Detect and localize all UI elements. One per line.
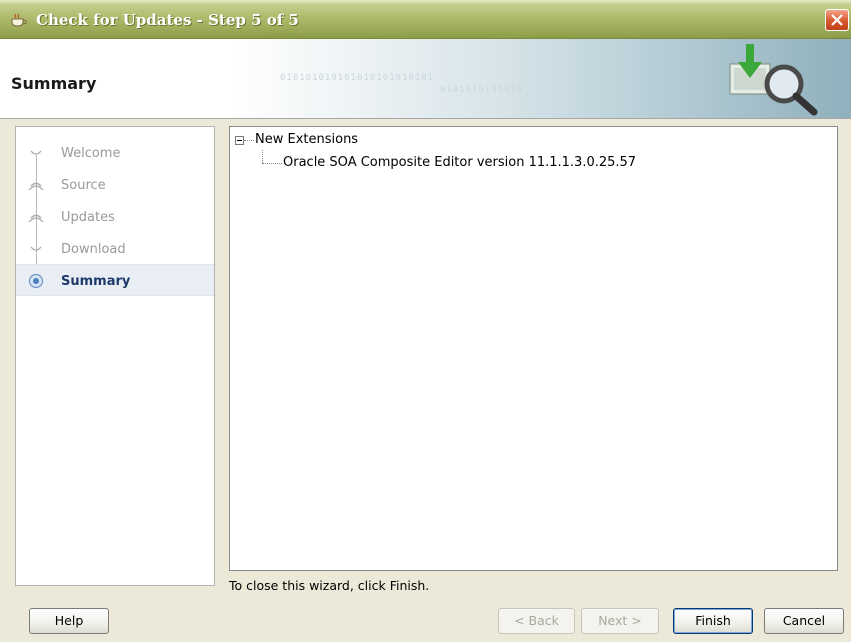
- banner-binary-text: 010101010101010101010101: [280, 73, 435, 83]
- wizard-steps-nav: Welcome Source Updates Download Summary: [15, 126, 215, 586]
- nav-step-download[interactable]: Download: [16, 233, 214, 263]
- nav-step-label: Summary: [61, 274, 131, 289]
- title-bar[interactable]: Check for Updates - Step 5 of 5: [0, 0, 851, 39]
- cancel-button[interactable]: Cancel: [764, 608, 844, 634]
- nav-step-summary[interactable]: Summary: [16, 264, 214, 296]
- window-title: Check for Updates - Step 5 of 5: [36, 11, 299, 29]
- wizard-header: 010101010101010101010101 0101010101010 S…: [0, 39, 851, 119]
- back-button[interactable]: < Back: [498, 608, 575, 634]
- finish-button[interactable]: Finish: [673, 608, 753, 634]
- check-for-updates-dialog: Check for Updates - Step 5 of 5 01010101…: [0, 0, 851, 642]
- completed-step-icon: [30, 246, 42, 251]
- tree-connector: [244, 140, 254, 141]
- next-button[interactable]: Next >: [581, 608, 659, 634]
- completed-step-icon: [30, 150, 42, 155]
- nav-step-updates[interactable]: Updates: [16, 201, 214, 231]
- completed-step-icon: [28, 182, 44, 191]
- banner-binary-text: 0101010101010: [440, 85, 524, 95]
- close-icon: [831, 14, 843, 26]
- tree-node-extension[interactable]: Oracle SOA Composite Editor version 11.1…: [283, 155, 636, 170]
- nav-step-label: Updates: [61, 210, 115, 225]
- tree-connector: [262, 163, 282, 164]
- nav-step-welcome[interactable]: Welcome: [16, 137, 214, 167]
- close-button[interactable]: [825, 9, 849, 31]
- tree-connector: [262, 150, 263, 163]
- help-button[interactable]: Help: [29, 608, 109, 634]
- nav-step-label: Source: [61, 178, 106, 193]
- current-step-icon: [28, 273, 44, 289]
- completed-step-icon: [28, 214, 44, 223]
- summary-tree[interactable]: New Extensions Oracle SOA Composite Edit…: [229, 126, 838, 571]
- wizard-hint-text: To close this wizard, click Finish.: [229, 578, 430, 593]
- nav-step-label: Download: [61, 242, 126, 257]
- update-search-icon: [729, 44, 818, 116]
- collapse-toggle-icon[interactable]: [235, 136, 244, 145]
- nav-step-label: Welcome: [61, 146, 121, 161]
- nav-step-source[interactable]: Source: [16, 169, 214, 199]
- coffee-cup-icon: [11, 13, 27, 27]
- tree-node-new-extensions[interactable]: New Extensions: [255, 132, 358, 147]
- page-title: Summary: [11, 74, 97, 93]
